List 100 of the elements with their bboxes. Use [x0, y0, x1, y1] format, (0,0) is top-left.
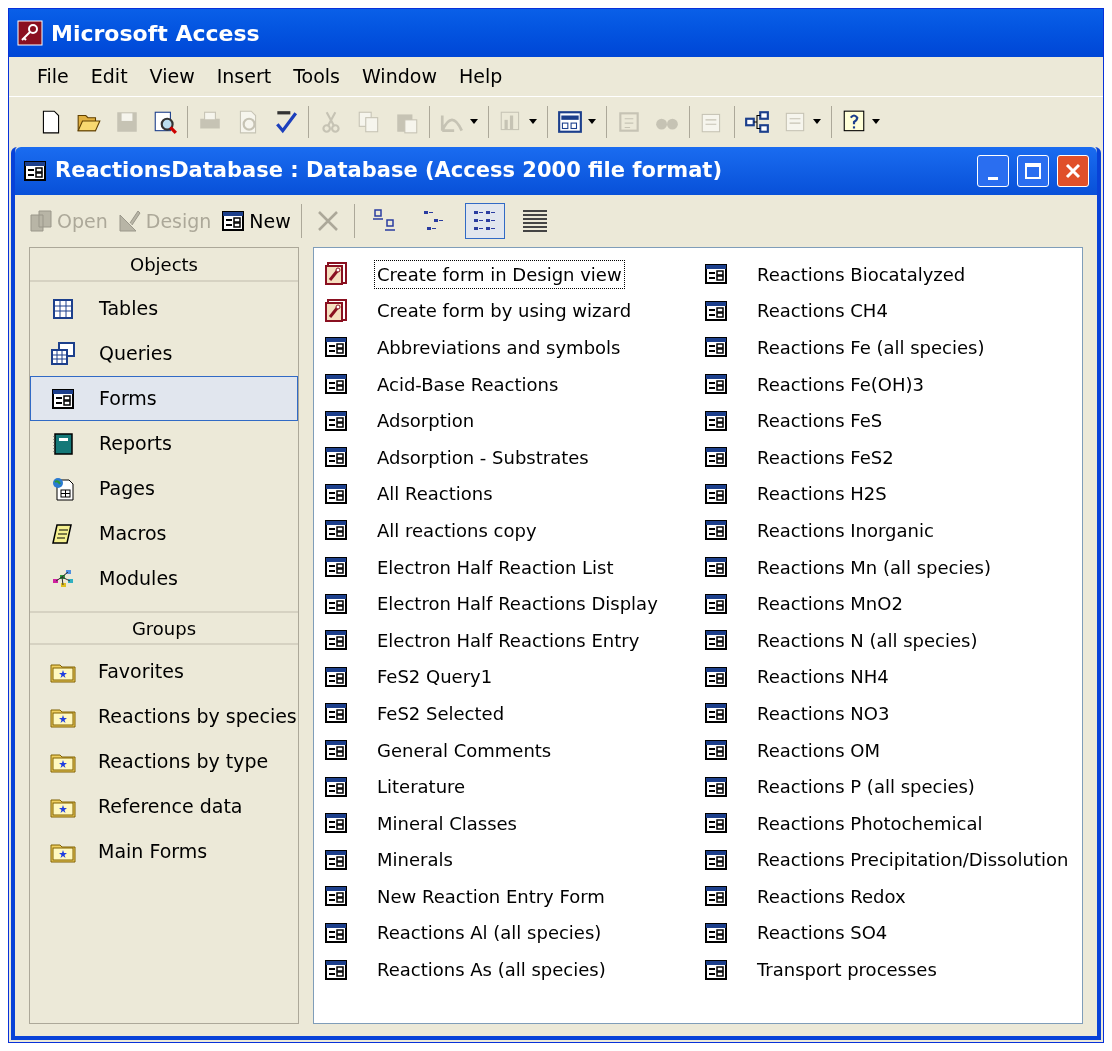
save-icon [114, 109, 140, 135]
list-item[interactable]: Reactions Redox [754, 881, 909, 911]
list-item[interactable]: Minerals [374, 845, 456, 875]
form-icon [704, 409, 728, 432]
form-icon [704, 885, 728, 908]
database-icon [23, 160, 47, 182]
list-item[interactable]: Mineral Classes [374, 808, 520, 838]
close-button[interactable] [1057, 155, 1089, 187]
list-item[interactable]: Adsorption [374, 406, 478, 436]
list-item[interactable]: Reactions N (all species) [754, 625, 981, 655]
minimize-button[interactable] [977, 155, 1009, 187]
object-item[interactable]: Macros [30, 511, 298, 556]
group-item[interactable]: Favorites [30, 649, 298, 694]
form-icon [704, 336, 728, 359]
form-icon [704, 848, 728, 871]
list-item[interactable]: All Reactions [374, 479, 496, 509]
list-item[interactable]: FeS2 Selected [374, 698, 508, 728]
object-item[interactable]: Queries [30, 331, 298, 376]
form-icon [704, 519, 728, 542]
wand-form-icon [324, 298, 348, 323]
command-button[interactable]: New [221, 206, 291, 236]
list-item[interactable]: Reactions NH4 [754, 662, 892, 692]
list-item[interactable]: Adsorption - Substrates [374, 442, 592, 472]
object-item[interactable]: Pages [30, 466, 298, 511]
group-item[interactable]: Reactions by species [30, 694, 298, 739]
form-icon [324, 848, 348, 871]
list-item[interactable]: Reactions FeS [754, 406, 886, 436]
caret-icon [812, 119, 822, 125]
caret-icon [871, 119, 881, 125]
group-item[interactable]: Reference data [30, 784, 298, 829]
list-item[interactable]: FeS2 Query1 [374, 662, 496, 692]
list-item[interactable]: Reactions CH4 [754, 296, 891, 326]
list-item[interactable]: New Reaction Entry Form [374, 881, 608, 911]
form-icon [324, 702, 348, 725]
menu-item[interactable]: Edit [82, 60, 136, 93]
form-icon [324, 812, 348, 835]
ruler-pencil-icon [117, 209, 142, 233]
list-item[interactable]: Electron Half Reaction List [374, 552, 617, 582]
list-item[interactable]: Reactions SO4 [754, 918, 891, 948]
form-icon [704, 629, 728, 652]
form-icon [324, 373, 348, 396]
list-item[interactable]: Reactions FeS2 [754, 442, 897, 472]
form-icon [324, 775, 348, 798]
list-item[interactable]: Create form by using wizard [374, 296, 635, 326]
list-item[interactable]: Create form in Design view [374, 259, 625, 289]
group-item[interactable]: Main Forms [30, 829, 298, 874]
menu-item[interactable]: Tools [285, 60, 348, 93]
list-item[interactable]: Reactions As (all species) [374, 955, 609, 985]
list-item[interactable]: Acid-Base Reactions [374, 369, 562, 399]
wand-form-icon [324, 262, 348, 287]
form-icon [704, 482, 728, 505]
view-button[interactable] [464, 203, 505, 239]
form-icon [324, 592, 348, 615]
list-item[interactable]: Reactions Precipitation/Dissolution [754, 845, 1072, 875]
list-item[interactable]: Electron Half Reactions Display [374, 589, 661, 619]
list-item[interactable]: Reactions Fe(OH)3 [754, 369, 927, 399]
list-item[interactable]: Reactions OM [754, 735, 883, 765]
caret-icon [528, 119, 538, 125]
list-item[interactable]: Reactions Photochemical [754, 808, 986, 838]
list-item[interactable]: Reactions Inorganic [754, 515, 937, 545]
page-icon [51, 476, 75, 501]
list-item[interactable]: Reactions Mn (all species) [754, 552, 994, 582]
object-item[interactable]: Forms [30, 376, 298, 421]
menu-item[interactable]: View [141, 60, 203, 93]
form-icon [324, 885, 348, 908]
object-item[interactable]: Tables [30, 286, 298, 331]
table-icon [51, 296, 75, 321]
list-item[interactable]: Reactions Fe (all species) [754, 333, 988, 362]
form-icon [324, 519, 348, 542]
list-item[interactable]: Reactions MnO2 [754, 589, 906, 619]
list-item[interactable]: All reactions copy [374, 515, 540, 545]
form-icon [704, 775, 728, 798]
list-item[interactable]: Electron Half Reactions Entry [374, 625, 643, 655]
list-item[interactable]: Transport processes [754, 955, 940, 985]
form-icon [324, 739, 348, 761]
form-icon [704, 556, 728, 579]
list-item[interactable]: General Comments [374, 735, 555, 765]
object-item[interactable]: Reports [30, 421, 298, 466]
form-icon [704, 373, 728, 396]
relationships-icon [744, 109, 770, 135]
menu-item[interactable]: Window [354, 60, 445, 93]
list-item[interactable]: Reactions Al (all species) [374, 918, 605, 948]
list-item[interactable]: Literature [374, 772, 469, 802]
form-icon [324, 482, 348, 505]
caret-icon [587, 119, 597, 125]
menu-item[interactable]: File [29, 60, 77, 93]
list-item[interactable]: Reactions Biocatalyzed [754, 259, 969, 289]
form-icon [324, 629, 348, 652]
menu-item[interactable]: Help [450, 60, 511, 93]
maximize-button[interactable] [1017, 155, 1049, 187]
group-item[interactable]: Reactions by type [30, 739, 298, 784]
file-search-icon [152, 109, 178, 135]
list-item[interactable]: Reactions H2S [754, 479, 890, 509]
object-item[interactable]: Modules [30, 556, 298, 601]
new-form-icon [221, 210, 246, 232]
menu-item[interactable]: Insert [208, 60, 280, 93]
list-item[interactable]: Reactions NO3 [754, 698, 893, 728]
list-item[interactable]: Reactions P (all species) [754, 772, 978, 802]
list-item[interactable]: Abbreviations and symbols [374, 333, 624, 362]
scroll-icon [51, 521, 75, 546]
